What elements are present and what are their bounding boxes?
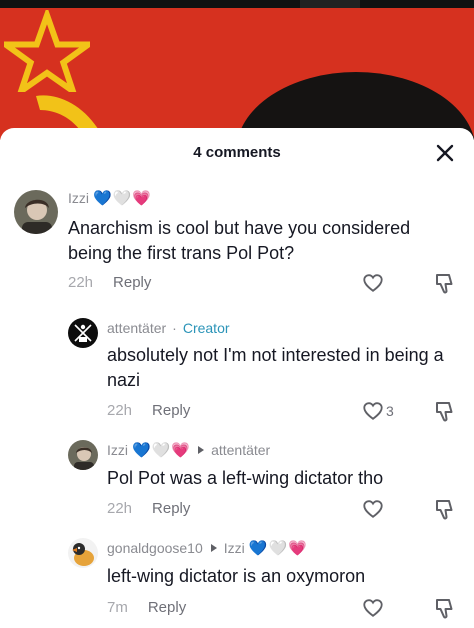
- comment-username[interactable]: Izzi: [107, 442, 128, 458]
- comment-meta: 7m Reply: [107, 599, 186, 616]
- status-bar-indicator: [300, 0, 360, 8]
- white-heart-emoji: 🤍: [151, 441, 171, 459]
- heart-outline-icon: [363, 402, 383, 420]
- heart-outline-icon: [363, 599, 383, 617]
- reply-to-username[interactable]: Izzi: [224, 540, 245, 556]
- like-button[interactable]: [362, 272, 384, 294]
- avatar-image: [14, 190, 58, 234]
- like-button[interactable]: 3: [362, 400, 394, 422]
- avatar[interactable]: [68, 318, 98, 348]
- reply-button[interactable]: Reply: [148, 599, 186, 616]
- comment-username-row: gonaldgoose10 Izzi 💙 🤍 💗: [107, 540, 307, 556]
- reply-button[interactable]: Reply: [152, 500, 190, 517]
- comment-text: left-wing dictator is an oxymoron: [107, 566, 366, 586]
- video-background: [0, 0, 474, 140]
- thumbs-down-icon: [436, 274, 453, 294]
- username-emojis: 💙 🤍 💗: [132, 443, 190, 458]
- close-icon: [436, 144, 454, 162]
- avatar[interactable]: [14, 190, 58, 234]
- reply-to-username[interactable]: attentäter: [211, 442, 270, 458]
- avatar-image: [68, 440, 98, 470]
- avatar[interactable]: [68, 440, 98, 470]
- blue-heart-emoji: 💙: [93, 189, 112, 207]
- like-count: 3: [386, 403, 394, 419]
- pink-heart-emoji: 💗: [288, 539, 307, 557]
- thumbs-down-icon: [436, 599, 453, 619]
- dislike-button[interactable]: [434, 401, 454, 428]
- reply-to-arrow-icon: [198, 446, 205, 454]
- blue-heart-emoji: 💙: [132, 441, 151, 459]
- comments-header: 4 comments: [0, 128, 474, 178]
- like-button[interactable]: [362, 597, 384, 619]
- pink-heart-emoji: 💗: [171, 441, 191, 459]
- pink-heart-emoji: 💗: [132, 189, 152, 207]
- reply-button[interactable]: Reply: [113, 274, 151, 291]
- username-emojis: 💙 🤍 💗: [93, 191, 151, 206]
- comment-text: absolutely not I'm not interested in bei…: [107, 345, 444, 390]
- comment-username-row: Izzi 💙 🤍 💗 attentäter: [107, 442, 270, 458]
- like-button[interactable]: [362, 498, 384, 520]
- comment-text: Anarchism is cool but have you considere…: [68, 218, 411, 263]
- creator-badge: Creator: [182, 320, 230, 336]
- heart-outline-icon: [363, 500, 383, 518]
- separator-dot: ·: [172, 320, 177, 336]
- comments-count-title: 4 comments: [193, 144, 281, 161]
- comment-timestamp: 22h: [107, 500, 133, 517]
- comment-meta: 22h Reply: [68, 274, 151, 291]
- close-button[interactable]: [432, 140, 458, 166]
- avatar-image: [68, 538, 98, 568]
- dislike-button[interactable]: [434, 499, 454, 526]
- comment-username-row: attentäter · Creator: [107, 320, 230, 336]
- avatar[interactable]: [68, 538, 98, 568]
- comment-username-row: Izzi 💙 🤍 💗: [68, 190, 151, 206]
- status-bar: [0, 0, 474, 8]
- comment-timestamp: 22h: [107, 402, 133, 419]
- heart-outline-icon: [363, 274, 383, 292]
- comment-timestamp: 22h: [68, 274, 94, 291]
- comment-username[interactable]: attentäter: [107, 320, 166, 336]
- comment-text: Pol Pot was a left-wing dictator tho: [107, 468, 384, 488]
- avatar-image: [68, 318, 98, 348]
- comment-meta: 22h Reply: [107, 500, 190, 517]
- white-heart-emoji: 🤍: [268, 539, 288, 557]
- reply-button[interactable]: Reply: [152, 402, 190, 419]
- thumbs-down-icon: [436, 402, 453, 422]
- comment-timestamp: 7m: [107, 599, 128, 616]
- comment-username[interactable]: gonaldgoose10: [107, 540, 203, 556]
- reply-to-emojis: 💙 🤍 💗: [249, 541, 307, 556]
- dislike-button[interactable]: [434, 273, 454, 300]
- comments-sheet: 4 comments Izzi 💙 🤍 💗 Anarchism is cool …: [0, 128, 474, 628]
- star-icon: [4, 10, 90, 92]
- thumbs-down-icon: [436, 500, 453, 520]
- comment-meta: 22h Reply: [107, 402, 190, 419]
- reply-to-arrow-icon: [210, 544, 217, 552]
- comment-username[interactable]: Izzi: [68, 190, 89, 206]
- white-heart-emoji: 🤍: [112, 189, 132, 207]
- dislike-button[interactable]: [434, 598, 454, 625]
- blue-heart-emoji: 💙: [248, 539, 268, 557]
